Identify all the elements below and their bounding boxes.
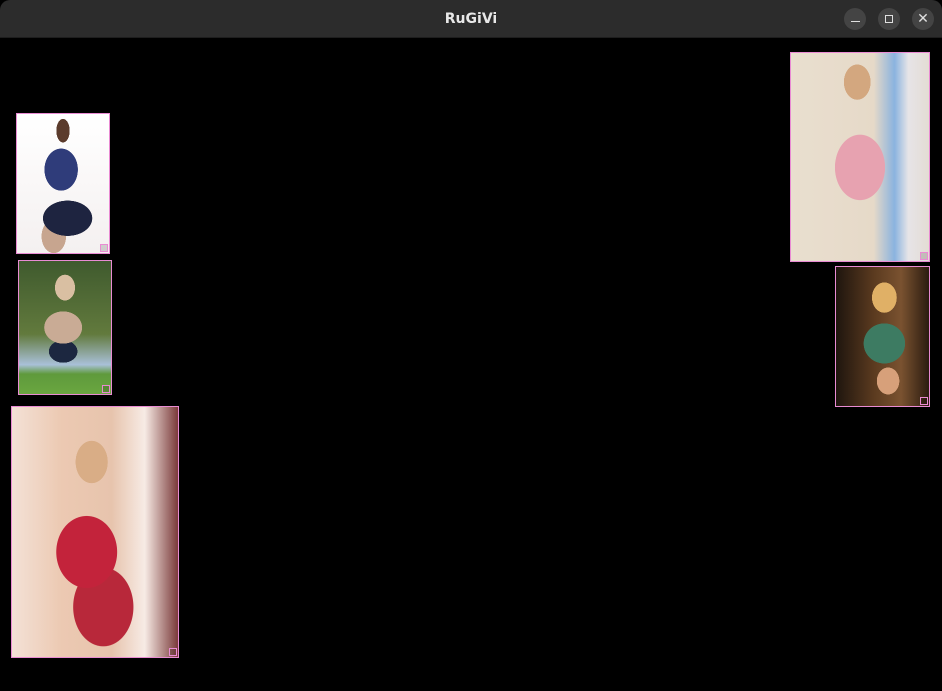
- tile-corner-marker: [100, 244, 108, 252]
- close-button[interactable]: ✕: [912, 8, 934, 30]
- app-window: RuGiVi ✕: [0, 0, 942, 691]
- minimize-icon: [850, 20, 860, 23]
- close-icon: ✕: [917, 11, 929, 27]
- image-tile-5[interactable]: [835, 266, 930, 407]
- maximize-button[interactable]: [878, 8, 900, 30]
- tile-corner-marker: [102, 385, 110, 393]
- photo-thumbnail: [19, 261, 111, 394]
- photo-thumbnail: [17, 114, 109, 253]
- image-tile-1[interactable]: [16, 113, 110, 254]
- tile-corner-marker: [920, 397, 928, 405]
- tile-corner-marker: [920, 252, 928, 260]
- window-title: RuGiVi: [444, 11, 498, 27]
- image-tile-4[interactable]: [790, 52, 930, 262]
- maximize-icon: [885, 15, 893, 23]
- photo-thumbnail: [836, 267, 929, 406]
- minimize-button[interactable]: [844, 8, 866, 30]
- image-grid-canvas[interactable]: [0, 38, 942, 691]
- photo-thumbnail: [791, 53, 929, 261]
- image-tile-2[interactable]: [18, 260, 112, 395]
- tile-corner-marker: [169, 648, 177, 656]
- photo-thumbnail: [12, 407, 178, 657]
- image-tile-3[interactable]: [11, 406, 179, 658]
- title-bar[interactable]: RuGiVi ✕: [0, 0, 942, 38]
